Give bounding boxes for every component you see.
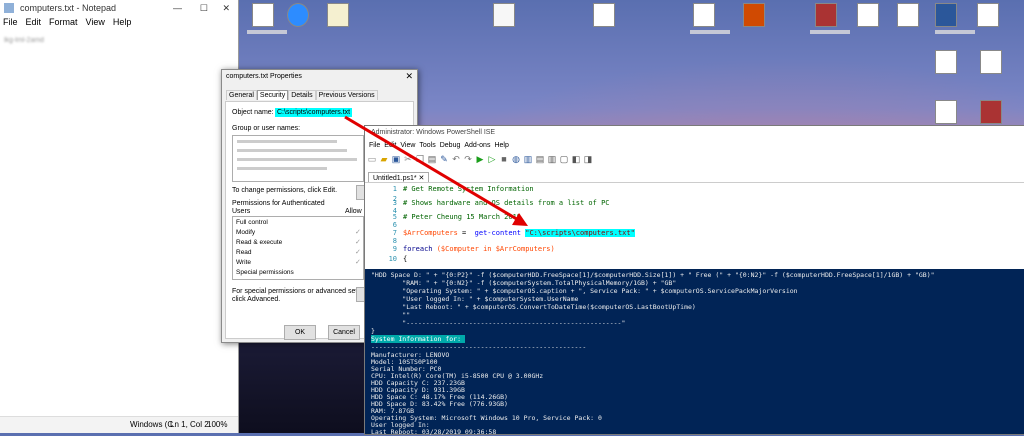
arrow-head xyxy=(512,213,528,226)
arrow-line xyxy=(344,115,521,223)
annotation-arrow xyxy=(344,115,528,226)
